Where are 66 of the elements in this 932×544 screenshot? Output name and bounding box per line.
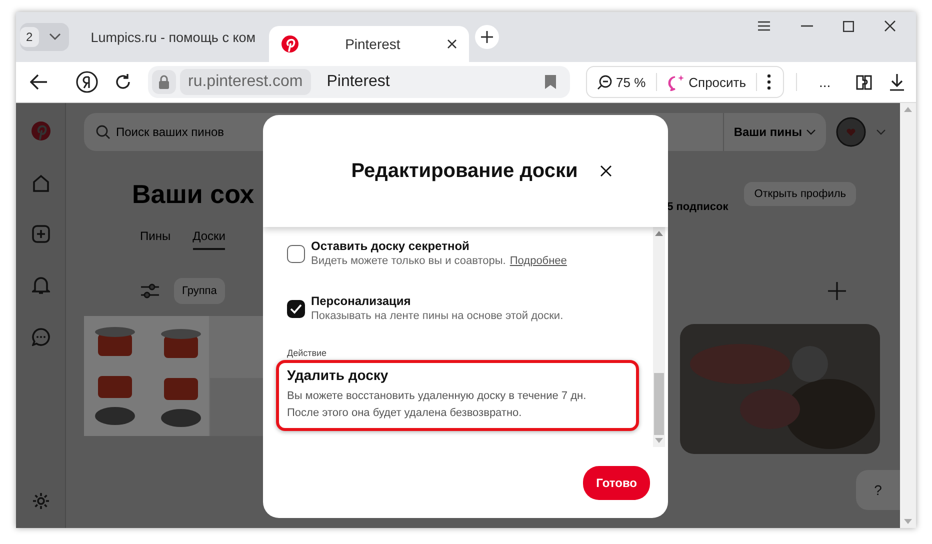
browser-tab[interactable]: Pinterest bbox=[268, 26, 469, 62]
circle-logo-icon[interactable] bbox=[76, 71, 98, 93]
more-link[interactable]: Подробнее bbox=[510, 255, 567, 267]
scroll-down-icon[interactable] bbox=[904, 519, 912, 524]
create-icon[interactable] bbox=[32, 225, 50, 243]
chevron-down-icon bbox=[806, 129, 816, 135]
delete-board-title: Удалить доску bbox=[287, 367, 390, 383]
bookmark-icon[interactable] bbox=[545, 75, 556, 89]
chat-icon[interactable] bbox=[32, 328, 50, 346]
scroll-up-icon[interactable] bbox=[904, 107, 912, 112]
delete-board-description: После этого она будет удалена безвозвратно. bbox=[287, 406, 523, 421]
more-button[interactable]: ... bbox=[819, 74, 831, 90]
done-button[interactable]: Готово bbox=[583, 466, 650, 500]
avatar[interactable] bbox=[836, 117, 866, 147]
extension-icon[interactable] bbox=[854, 73, 873, 91]
scrollbar[interactable] bbox=[653, 227, 665, 447]
sparkle-chat-icon bbox=[666, 74, 685, 90]
zoom-button[interactable]: 75 % bbox=[597, 74, 646, 90]
lock-icon[interactable] bbox=[152, 70, 176, 94]
download-icon[interactable] bbox=[888, 73, 905, 91]
checkbox[interactable] bbox=[287, 300, 305, 318]
scrollbar[interactable] bbox=[900, 103, 916, 528]
home-icon[interactable] bbox=[32, 174, 50, 192]
page-title: Pinterest bbox=[326, 73, 390, 91]
close-icon[interactable] bbox=[446, 39, 457, 49]
option-description: Показывать на ленте пины на основе этой доски. bbox=[311, 310, 564, 322]
search-icon bbox=[96, 125, 110, 139]
page-heading: Ваши сох bbox=[132, 178, 254, 210]
ask-button[interactable]: Спросить bbox=[666, 74, 746, 90]
zoom-out-icon bbox=[597, 74, 612, 90]
scroll-up-icon[interactable] bbox=[655, 231, 663, 236]
pinterest-logo-icon[interactable] bbox=[30, 121, 50, 141]
group-chip[interactable]: Группа bbox=[174, 278, 225, 304]
dialog-title: Редактирование доски bbox=[351, 160, 578, 182]
bell-icon[interactable] bbox=[32, 276, 50, 295]
scrollbar-thumb[interactable] bbox=[654, 373, 664, 435]
kebab-menu-icon[interactable] bbox=[767, 74, 772, 90]
browser-tab[interactable]: Lumpics.ru - помощь с ком bbox=[74, 19, 263, 55]
new-tab-icon[interactable] bbox=[474, 25, 499, 49]
reload-icon[interactable] bbox=[114, 73, 132, 91]
close-icon[interactable] bbox=[884, 20, 896, 32]
menu-icon[interactable] bbox=[757, 20, 771, 32]
settings-icon[interactable] bbox=[32, 492, 50, 510]
close-icon[interactable] bbox=[600, 165, 612, 177]
scroll-down-icon[interactable] bbox=[655, 438, 663, 443]
checkbox[interactable] bbox=[287, 245, 305, 263]
open-profile-button[interactable]: Открыть профиль bbox=[744, 182, 856, 206]
pinterest-logo-icon bbox=[280, 35, 299, 53]
chevron-down-icon[interactable] bbox=[876, 129, 886, 135]
minimize-icon[interactable] bbox=[801, 25, 813, 27]
address-bar[interactable]: ru.pinterest.com Pinterest bbox=[148, 66, 570, 98]
filter-icon[interactable] bbox=[140, 283, 160, 299]
highlight-frame[interactable]: Удалить доску Вы можете восстановить удаленную доску в течение 7 дн. После этого она будет удалена безвозвратно. bbox=[276, 360, 639, 431]
pins-dropdown[interactable]: Ваши пины bbox=[722, 113, 826, 151]
chevron-down-icon[interactable] bbox=[48, 33, 61, 41]
following-count: 5 подписок bbox=[667, 201, 728, 213]
domain-chip[interactable]: ru.pinterest.com bbox=[180, 69, 311, 95]
option-title: Персонализация bbox=[311, 294, 412, 308]
section-label: Действие bbox=[286, 348, 328, 358]
option-description: Видеть можете только вы и соавторы. bbox=[311, 255, 506, 267]
plus-icon[interactable] bbox=[828, 282, 846, 300]
delete-board-description: Вы можете восстановить удаленную доску в течение 7 дн. bbox=[287, 389, 588, 404]
option-title: Оставить доску секретной bbox=[311, 239, 470, 253]
back-arrow-icon[interactable] bbox=[30, 74, 48, 90]
maximize-icon[interactable] bbox=[843, 20, 854, 32]
tab-count-badge[interactable]: 2 bbox=[20, 27, 39, 47]
